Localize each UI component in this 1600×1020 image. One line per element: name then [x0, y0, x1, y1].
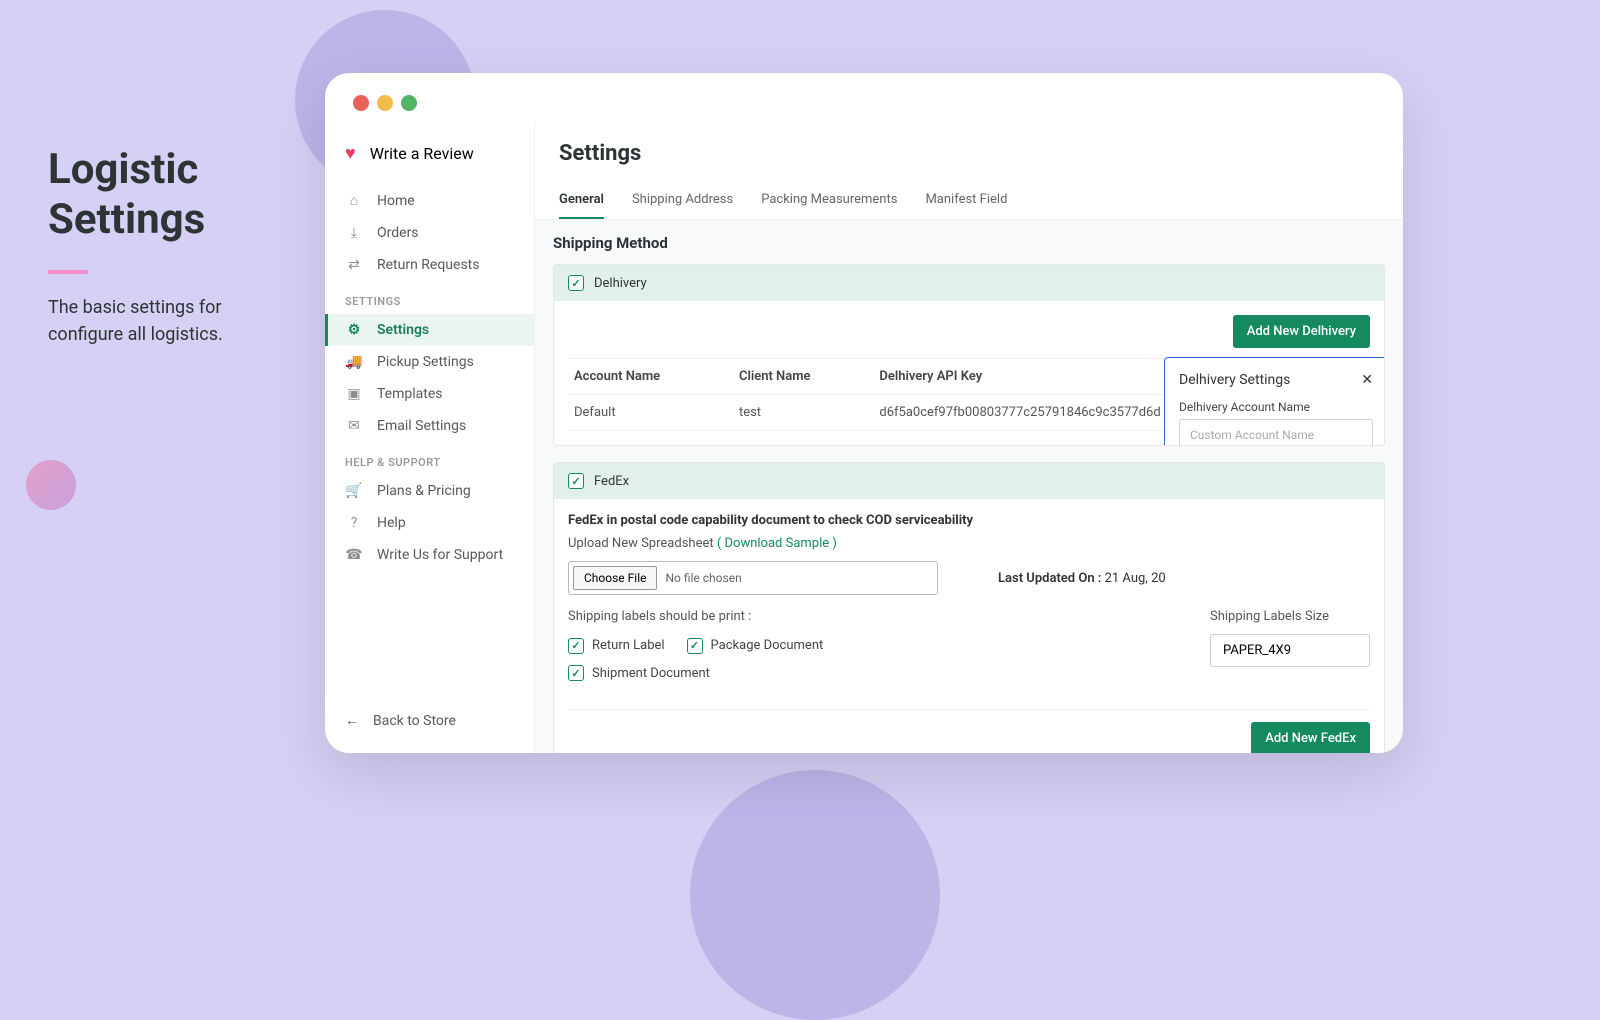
home-icon: ⌂	[345, 192, 363, 209]
page-title: Logistic Settings	[48, 145, 288, 246]
sidebar-item-plans[interactable]: 🛒 Plans & Pricing	[325, 475, 534, 507]
fedex-block: FedEx FedEx in postal code capability do…	[553, 462, 1385, 753]
fedex-headline: FedEx in postal code capability document…	[568, 513, 1370, 528]
tab-general[interactable]: General	[559, 184, 604, 219]
cart-icon: 🛒	[345, 483, 363, 499]
delhivery-header[interactable]: Delhivery	[554, 265, 1384, 301]
sidebar-item-returns[interactable]: ⇄ Return Requests	[325, 249, 534, 281]
delhivery-checkbox[interactable]	[568, 275, 584, 291]
close-window-icon[interactable]	[353, 95, 369, 111]
main-content: Settings General Shipping Address Packin…	[535, 121, 1403, 753]
tabs: General Shipping Address Packing Measure…	[559, 184, 1379, 219]
back-arrow-icon: ←	[345, 712, 359, 729]
back-to-store-link[interactable]: ← Back to Store	[325, 696, 534, 753]
truck-icon: 🚚	[345, 354, 363, 370]
file-status: No file chosen	[657, 571, 741, 585]
account-name-label: Delhivery Account Name	[1179, 400, 1373, 414]
tab-manifest[interactable]: Manifest Field	[925, 184, 1007, 219]
last-updated: Last Updated On : 21 Aug, 20	[998, 571, 1166, 586]
account-name-input[interactable]	[1179, 419, 1373, 446]
maximize-window-icon[interactable]	[401, 95, 417, 111]
labels-size-select[interactable]: PAPER_4X9	[1210, 634, 1370, 667]
sidebar-item-label: Pickup Settings	[377, 354, 474, 370]
col-account-name: Account Name	[568, 359, 733, 395]
sidebar-item-templates[interactable]: ▣ Templates	[325, 378, 534, 410]
delhivery-block: Delhivery Add New Delhivery Account Name…	[553, 264, 1385, 446]
sidebar-item-label: Home	[377, 193, 415, 209]
hero-text: Logistic Settings The basic settings for…	[48, 145, 288, 348]
fedex-label: FedEx	[594, 474, 629, 489]
sidebar-item-home[interactable]: ⌂ Home	[325, 184, 534, 217]
template-icon: ▣	[345, 386, 363, 402]
mail-icon: ✉	[345, 418, 363, 434]
decorative-circle	[690, 770, 940, 1020]
add-fedex-button[interactable]: Add New FedEx	[1251, 722, 1370, 753]
sidebar-item-support[interactable]: ☎ Write Us for Support	[325, 539, 534, 571]
write-review-label: Write a Review	[370, 144, 474, 163]
app-window: ♥ Write a Review ⌂ Home ⤓ Orders ⇄ Retur…	[325, 73, 1403, 753]
delhivery-label: Delhivery	[594, 276, 647, 291]
labels-print-label: Shipping labels should be print :	[568, 609, 1150, 624]
labels-size-label: Shipping Labels Size	[1210, 609, 1370, 624]
divider	[48, 270, 88, 274]
fedex-checkbox[interactable]	[568, 473, 584, 489]
sidebar-item-label: Email Settings	[377, 418, 466, 434]
sidebar-item-label: Templates	[377, 386, 443, 402]
sidebar-item-settings[interactable]: ⚙ Settings	[325, 314, 534, 346]
col-client-name: Client Name	[733, 359, 873, 395]
page-subtitle: The basic settings for configure all log…	[48, 294, 288, 348]
file-input[interactable]: Choose File No file chosen	[568, 561, 938, 595]
delhivery-settings-popover: Delhivery Settings ✕ Delhivery Account N…	[1164, 357, 1385, 446]
sidebar-item-label: Plans & Pricing	[377, 483, 471, 499]
cell-account: Default	[568, 395, 733, 431]
add-delhivery-button[interactable]: Add New Delhivery	[1233, 315, 1370, 348]
sidebar: ♥ Write a Review ⌂ Home ⤓ Orders ⇄ Retur…	[325, 121, 535, 753]
sidebar-item-label: Return Requests	[377, 257, 479, 273]
sidebar-section-settings: SETTINGS	[325, 281, 534, 314]
sidebar-item-orders[interactable]: ⤓ Orders	[325, 217, 534, 249]
cell-client: test	[733, 395, 873, 431]
sidebar-item-label: Settings	[377, 322, 429, 338]
tab-shipping-address[interactable]: Shipping Address	[632, 184, 733, 219]
choose-file-button[interactable]: Choose File	[573, 566, 657, 590]
download-sample-link[interactable]: ( Download Sample )	[717, 536, 837, 551]
minimize-window-icon[interactable]	[377, 95, 393, 111]
write-review-link[interactable]: ♥ Write a Review	[325, 133, 534, 174]
decorative-circle	[26, 460, 76, 510]
sidebar-item-label: Help	[377, 515, 406, 531]
back-to-store-label: Back to Store	[373, 713, 456, 729]
help-icon: ?	[345, 515, 363, 531]
heart-icon: ♥	[345, 143, 356, 164]
package-document-checkbox[interactable]: Package Document	[687, 638, 824, 654]
window-controls	[325, 73, 1403, 121]
sidebar-item-email[interactable]: ✉ Email Settings	[325, 410, 534, 442]
return-icon: ⇄	[345, 257, 363, 273]
popover-title: Delhivery Settings	[1179, 372, 1290, 388]
sidebar-item-pickup[interactable]: 🚚 Pickup Settings	[325, 346, 534, 378]
fedex-header[interactable]: FedEx	[554, 463, 1384, 499]
sidebar-item-label: Orders	[377, 225, 419, 241]
col-api-key: Delhivery API Key	[873, 359, 1066, 395]
return-label-checkbox[interactable]: Return Label	[568, 638, 665, 654]
settings-heading: Settings	[559, 141, 1379, 166]
upload-label: Upload New Spreadsheet ( Download Sample…	[568, 536, 1370, 551]
tab-packing[interactable]: Packing Measurements	[761, 184, 897, 219]
sidebar-item-label: Write Us for Support	[377, 547, 503, 563]
sidebar-section-help: HELP & SUPPORT	[325, 442, 534, 475]
orders-icon: ⤓	[345, 225, 363, 241]
sidebar-item-help[interactable]: ? Help	[325, 507, 534, 539]
shipment-document-checkbox[interactable]: Shipment Document	[568, 665, 710, 681]
close-icon[interactable]: ✕	[1361, 372, 1373, 388]
headset-icon: ☎	[345, 547, 363, 563]
shipping-method-title: Shipping Method	[553, 234, 1385, 252]
gear-icon: ⚙	[345, 322, 363, 338]
